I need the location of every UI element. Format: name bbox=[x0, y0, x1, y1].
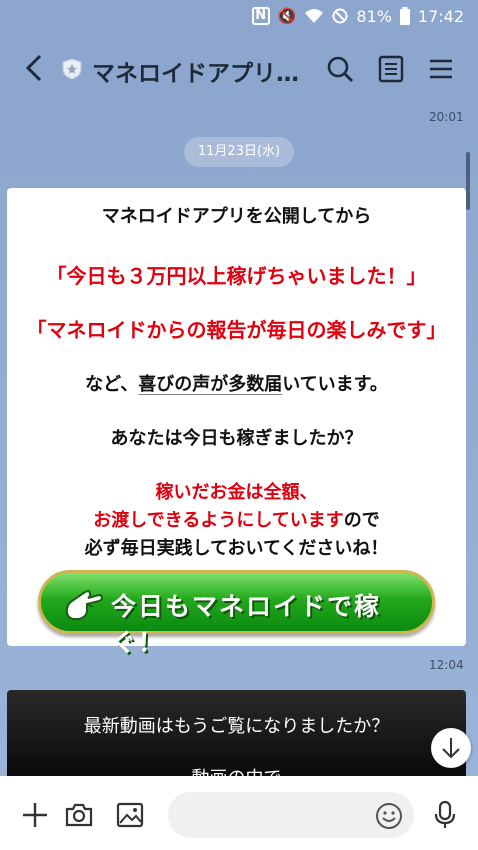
message-line-red: 「マネロイドからの報告が毎日の楽しみです」 bbox=[26, 318, 447, 342]
nfc-icon: N bbox=[251, 7, 270, 25]
chat-title: マネロイドアプリ@… bbox=[92, 61, 307, 87]
arrow-down-icon bbox=[442, 738, 460, 759]
message-line-red: 「今日も３万円以上稼げちゃいました！」 bbox=[46, 264, 427, 288]
highlight-text: 喜びの声が多数届 bbox=[138, 374, 283, 395]
video-message-bubble: 最新動画はもうご覧になりましたか？ 動画の中で bbox=[7, 690, 466, 776]
message-time: 20:01 bbox=[429, 110, 464, 124]
scrollbar[interactable] bbox=[466, 152, 470, 210]
message-bubble: マネロイドアプリを公開してから 「今日も３万円以上稼げちゃいました！」 「マネロ… bbox=[7, 188, 466, 657]
earn-today-label: 今日もマネロイドで稼ぐ！ bbox=[111, 592, 382, 657]
search-icon[interactable] bbox=[325, 54, 355, 84]
message-line: など、喜びの声が多数届いています。 bbox=[85, 374, 388, 395]
image-icon[interactable] bbox=[115, 800, 145, 830]
emoji-icon[interactable] bbox=[375, 802, 403, 830]
message-time: 12:04 bbox=[429, 658, 464, 672]
status-bar: N 🔇 81% 17:42 bbox=[0, 0, 478, 32]
plus-icon[interactable] bbox=[20, 800, 50, 830]
earn-today-button[interactable]: 今日もマネロイドで稼ぐ！ bbox=[38, 570, 435, 657]
back-icon[interactable] bbox=[20, 52, 48, 84]
wifi-icon bbox=[305, 9, 324, 23]
scroll-down-button[interactable] bbox=[431, 728, 471, 768]
notes-icon[interactable] bbox=[376, 54, 406, 84]
message-line: お渡しできるようにしていますので bbox=[93, 510, 380, 531]
shield-icon bbox=[62, 58, 82, 80]
microphone-icon[interactable] bbox=[430, 800, 460, 830]
battery-percent: 81% bbox=[356, 6, 392, 26]
input-bar bbox=[0, 776, 478, 850]
message-line: マネロイドアプリを公開してから bbox=[101, 206, 372, 227]
pointing-hand-icon bbox=[65, 590, 103, 620]
mute-icon: 🔇 bbox=[277, 7, 297, 25]
message-line-red: 稼いだお金は全額、 bbox=[155, 482, 318, 503]
message-line: 最新動画はもうご覧になりましたか？ bbox=[83, 716, 390, 737]
menu-icon[interactable] bbox=[426, 54, 456, 84]
battery-icon bbox=[399, 7, 410, 25]
date-separator: 11月23日(水) bbox=[184, 137, 294, 167]
camera-icon[interactable] bbox=[64, 800, 94, 830]
clock: 17:42 bbox=[417, 6, 464, 26]
no-signal-icon bbox=[332, 8, 348, 24]
chat-area[interactable]: 20:01 11月23日(水) マネロイドアプリを公開してから 「今日も３万円以… bbox=[0, 104, 478, 776]
chat-header: マネロイドアプリ@… bbox=[0, 32, 478, 104]
message-line: 動画の中で bbox=[7, 764, 466, 776]
message-line: あなたは今日も稼ぎましたか？ bbox=[110, 428, 363, 449]
message-line: 必ず毎日実践しておいてくださいね！ bbox=[84, 538, 389, 559]
